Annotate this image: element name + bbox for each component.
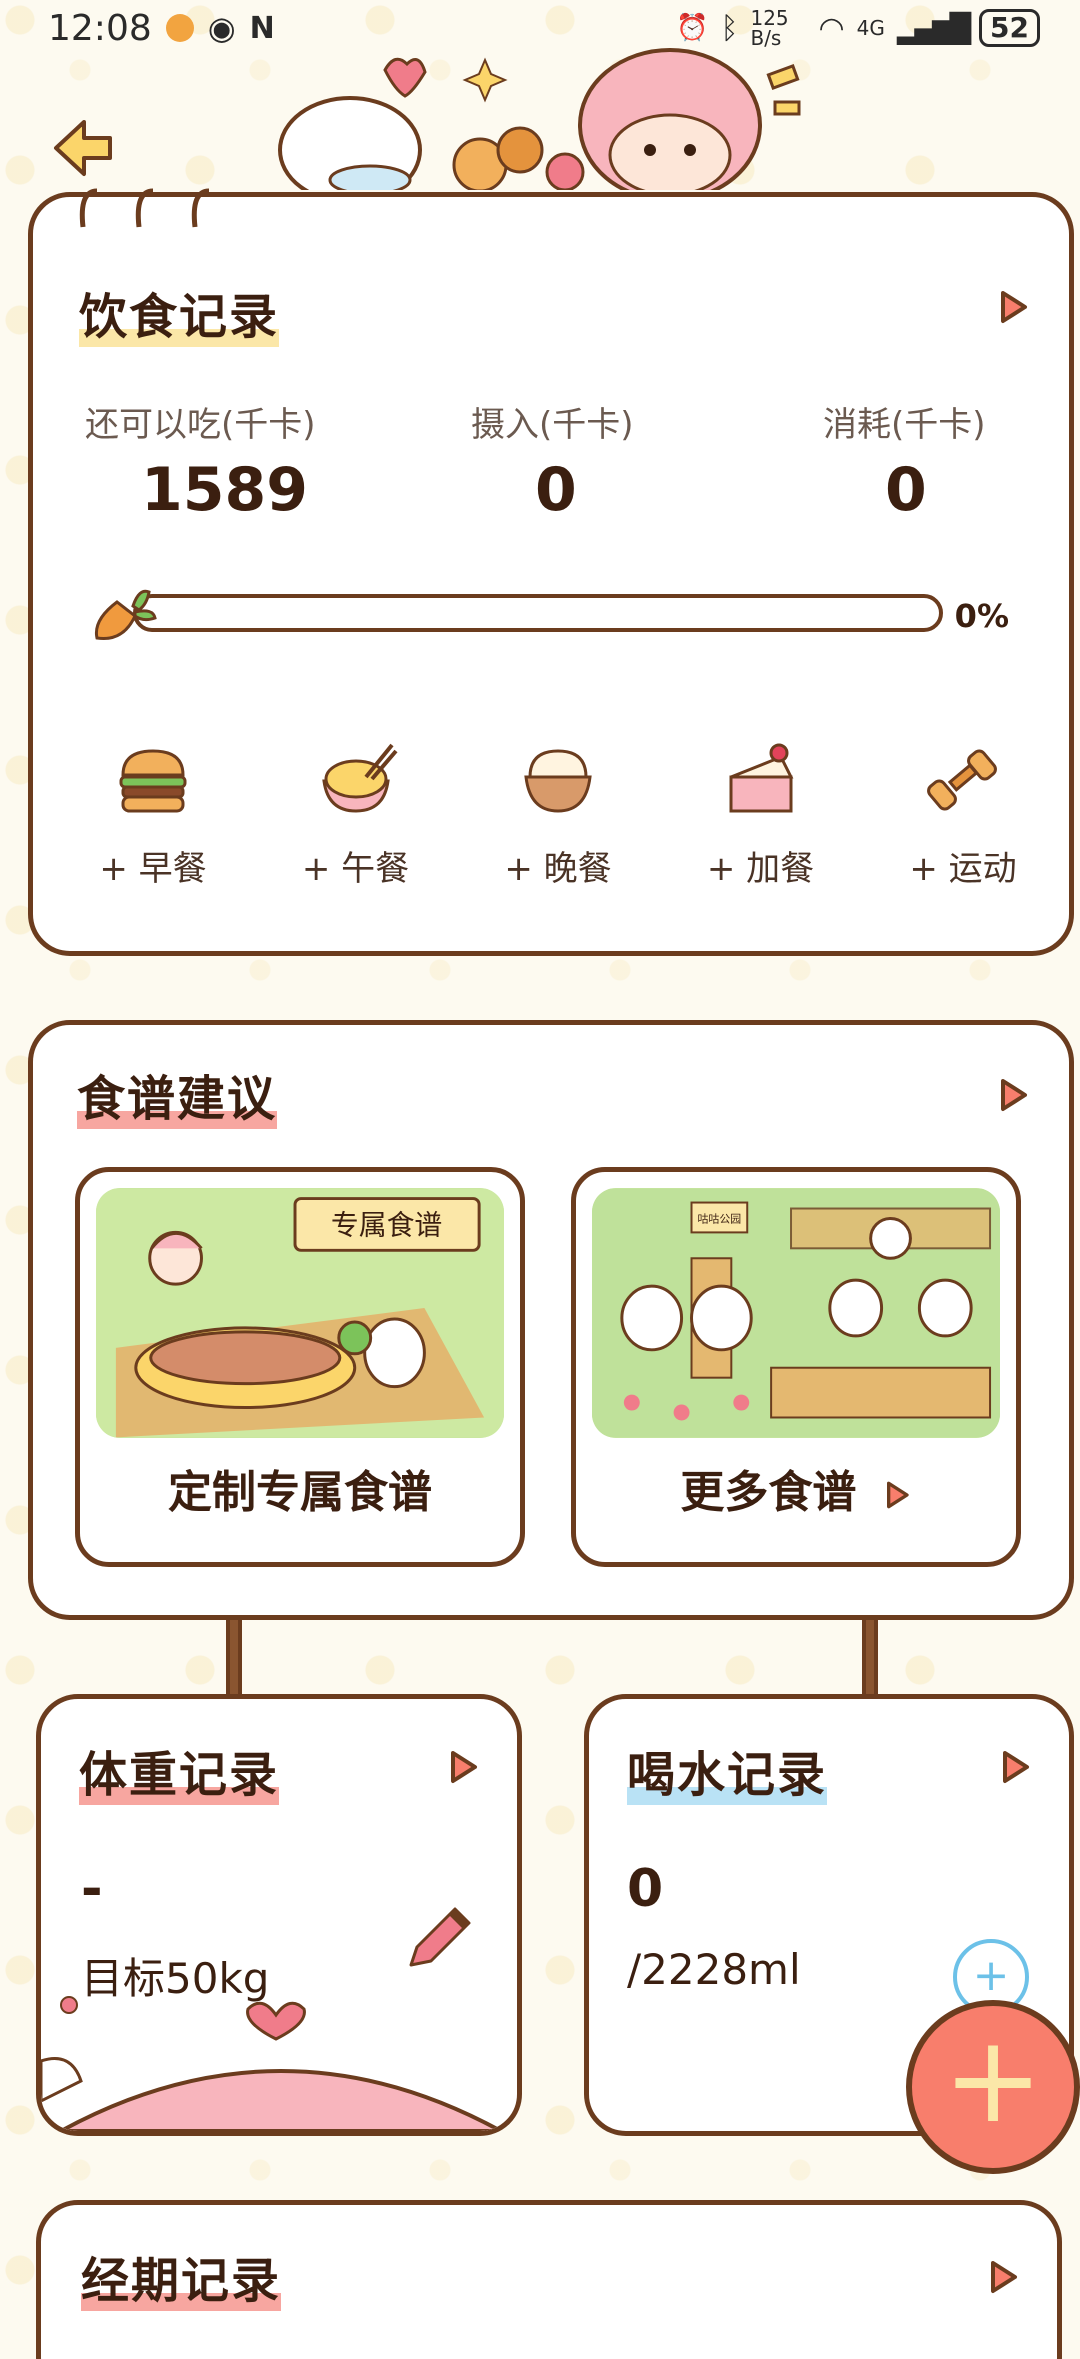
burger-icon xyxy=(119,749,187,813)
diet-title: 饮食记录 xyxy=(79,277,279,347)
recipe-suggestion-card: 食谱建议 专属食谱 定制专属食谱 咕咕公园 更多食谱 xyxy=(28,1020,1074,1620)
water-target: /2228ml xyxy=(627,1945,801,1994)
add-lunch-button[interactable]: + 午餐 xyxy=(266,737,446,890)
status-time: 12:08 xyxy=(48,7,152,49)
custom-recipe-tile[interactable]: 专属食谱 定制专属食谱 xyxy=(75,1167,525,1567)
status-bar: 12:08 ◉ N ⏰ ᛒ 125 B/s ◠ 4G ▂▄▆█ 52 xyxy=(0,0,1080,56)
rice-bowl-icon xyxy=(524,749,592,813)
progress-percent: 0% xyxy=(954,597,1009,635)
battery-indicator: 52 xyxy=(979,9,1040,47)
diet-arrow-icon[interactable] xyxy=(995,289,1031,325)
custom-recipe-illustration: 专属食谱 xyxy=(96,1188,504,1438)
snack-label: + 加餐 xyxy=(706,849,815,889)
weight-value: - xyxy=(81,1859,103,1919)
notification-icon xyxy=(165,14,194,42)
more-recipes-text: 更多食谱 xyxy=(680,1467,857,1518)
spiral-rings xyxy=(79,188,210,228)
header-illustration xyxy=(278,48,801,190)
add-snack-button[interactable]: + 加餐 xyxy=(671,737,851,890)
weight-record-card[interactable]: 体重记录 - 目标50kg xyxy=(36,1694,522,2136)
add-exercise-button[interactable]: + 运动 xyxy=(873,737,1053,890)
nfc-icon: N xyxy=(249,10,275,46)
cake-icon xyxy=(729,743,793,813)
more-recipes-tile[interactable]: 咕咕公园 更多食谱 xyxy=(571,1167,1021,1567)
meal-row: + 早餐 + 午餐 + 晚餐 + 加餐 + 运动 xyxy=(63,737,1053,890)
net-speed: 125 B/s xyxy=(750,6,789,50)
wifi-icon: ◠ xyxy=(818,10,845,46)
edit-pencil-icon[interactable] xyxy=(397,1899,477,1979)
connector-left xyxy=(226,1616,242,1698)
connector-right xyxy=(862,1616,878,1698)
more-recipes-illustration: 咕咕公园 xyxy=(592,1188,1000,1438)
custom-recipe-image: 专属食谱 xyxy=(96,1188,504,1438)
weight-scale-illustration xyxy=(41,1996,502,2131)
add-record-fab[interactable]: + xyxy=(906,2000,1080,2174)
more-recipes-sign-text: 咕咕公园 xyxy=(698,1212,742,1225)
period-arrow-icon[interactable] xyxy=(985,2259,1021,2295)
back-arrow-icon[interactable] xyxy=(44,112,116,184)
water-arrow-icon[interactable] xyxy=(997,1749,1033,1785)
dinner-label: + 晚餐 xyxy=(504,849,612,889)
lunch-label: + 午餐 xyxy=(301,849,410,889)
eye-icon: ◉ xyxy=(207,9,236,47)
water-value: 0 xyxy=(627,1859,664,1919)
breakfast-label: + 早餐 xyxy=(99,849,207,889)
recipe-title: 食谱建议 xyxy=(77,1059,277,1129)
exercise-label: + 运动 xyxy=(909,849,1017,889)
dumbbell-icon xyxy=(927,749,997,811)
diet-record-card: 饮食记录 还可以吃(千卡) 1589 摄入(千卡) 0 消耗(千卡) 0 0% … xyxy=(28,188,1074,956)
carrot-icon xyxy=(94,589,157,641)
remaining-label: 还可以吃(千卡) xyxy=(85,405,316,445)
more-recipes-label: 更多食谱 xyxy=(576,1456,1016,1520)
noodle-bowl-icon xyxy=(321,743,398,813)
network-type: 4G xyxy=(856,16,885,40)
signal-icon: ▂▄▆█ xyxy=(896,11,971,45)
custom-recipe-sign-text: 专属食谱 xyxy=(331,1208,442,1241)
add-breakfast-button[interactable]: + 早餐 xyxy=(63,737,243,890)
more-recipes-image: 咕咕公园 xyxy=(592,1188,1000,1438)
add-dinner-button[interactable]: + 晚餐 xyxy=(468,737,648,890)
calorie-progress-bar xyxy=(133,594,943,632)
alarm-icon: ⏰ xyxy=(676,13,709,43)
weight-arrow-icon[interactable] xyxy=(445,1749,481,1785)
burn-label: 消耗(千卡) xyxy=(823,405,986,445)
remaining-value: 1589 xyxy=(141,455,308,525)
more-recipes-arrow-icon xyxy=(886,1481,909,1509)
intake-value: 0 xyxy=(535,455,577,525)
recipe-arrow-icon[interactable] xyxy=(995,1077,1031,1113)
bluetooth-icon: ᛒ xyxy=(720,10,739,46)
burn-value: 0 xyxy=(885,455,927,525)
period-title: 经期记录 xyxy=(81,2241,281,2311)
water-title: 喝水记录 xyxy=(627,1735,827,1805)
custom-recipe-label: 定制专属食谱 xyxy=(168,1467,432,1518)
period-record-card[interactable]: 经期记录 xyxy=(36,2200,1062,2359)
intake-label: 摄入(千卡) xyxy=(471,405,634,445)
weight-title: 体重记录 xyxy=(79,1735,279,1805)
